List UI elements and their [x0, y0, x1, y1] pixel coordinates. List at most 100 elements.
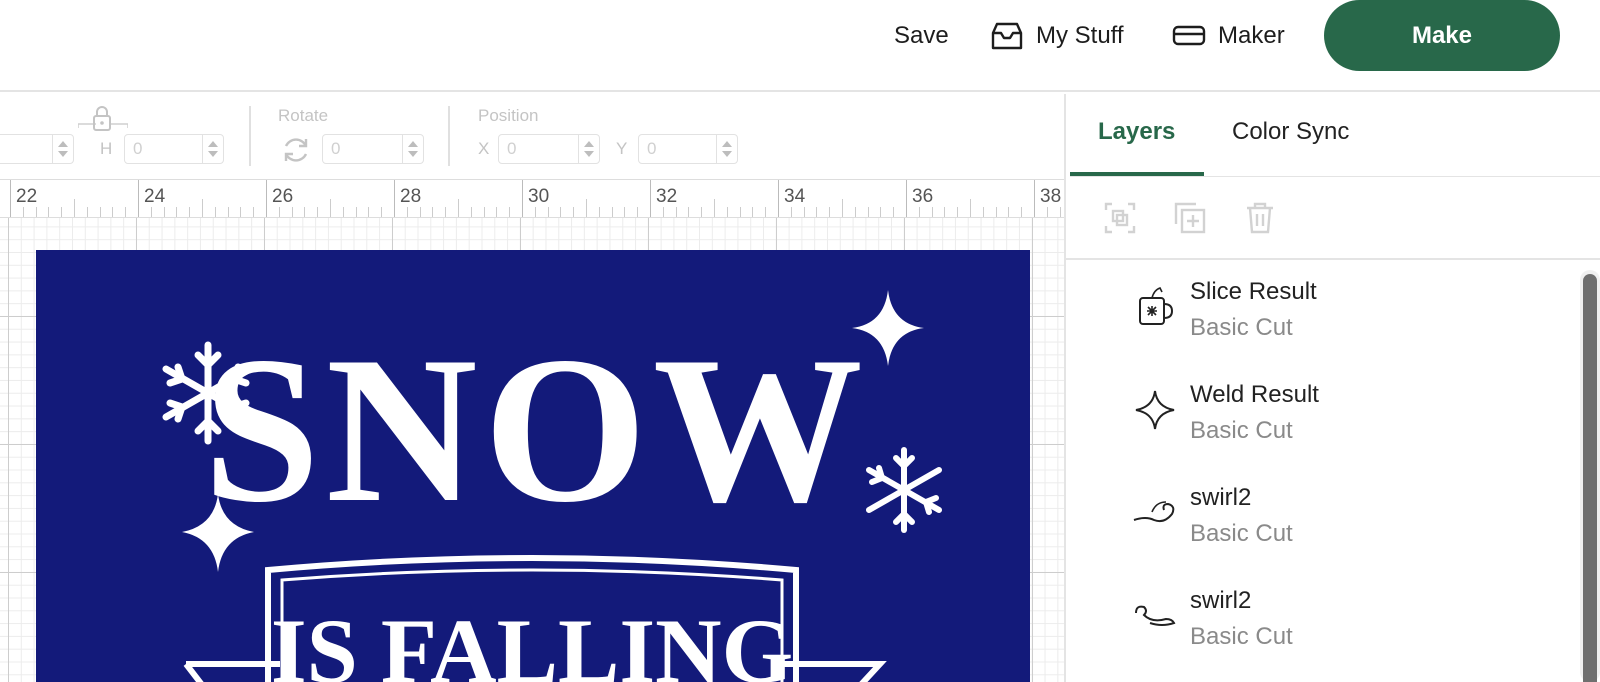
x-label: X — [478, 139, 490, 158]
ruler-minor-tick — [534, 207, 536, 217]
ruler-minor-tick — [458, 199, 459, 217]
make-label: Make — [1411, 21, 1473, 49]
snowflake-icon — [866, 447, 942, 533]
ruler-minor-tick — [675, 207, 677, 217]
layer-name: Slice Result — [1190, 278, 1317, 305]
ruler-major-tick — [906, 180, 907, 217]
ruler-minor-tick — [982, 207, 984, 217]
y-label: Y — [616, 139, 628, 158]
height-stepper[interactable] — [202, 134, 222, 164]
rotate-label: Rotate — [278, 106, 329, 125]
my-stuff-button[interactable]: My Stuff — [990, 18, 1124, 54]
ruler-minor-tick — [48, 207, 50, 217]
ruler-minor-tick — [790, 207, 792, 217]
layer-operation: Basic Cut — [1190, 417, 1293, 444]
ruler-minor-tick — [240, 207, 242, 217]
ruler-minor-tick — [765, 207, 767, 217]
ruler-minor-tick — [163, 207, 165, 217]
ruler-minor-tick — [803, 207, 805, 217]
tab-layers[interactable]: Layers — [1098, 118, 1175, 146]
machine-icon — [1172, 25, 1206, 46]
maker-button[interactable]: Maker — [1172, 18, 1285, 54]
ruler-minor-tick — [611, 207, 613, 217]
ruler-minor-tick — [662, 207, 664, 217]
ruler-major-tick — [1034, 180, 1035, 217]
ruler-minor-tick — [944, 207, 946, 217]
width-stepper[interactable] — [52, 134, 72, 164]
rotate-stepper[interactable] — [402, 134, 422, 164]
y-stepper[interactable] — [716, 134, 736, 164]
ruler-minor-tick — [74, 199, 75, 217]
ruler-minor-tick — [867, 207, 869, 217]
ruler-minor-tick — [1021, 207, 1023, 217]
position-label: Position — [478, 106, 539, 125]
layer-item[interactable]: swirl2 Basic Cut — [1066, 472, 1566, 572]
ruler-major-tick — [522, 180, 523, 217]
ruler-minor-tick — [317, 207, 319, 217]
ruler-minor-tick — [970, 199, 971, 217]
layer-item[interactable]: Weld Result Basic Cut — [1066, 369, 1566, 469]
ruler-major-tick — [266, 180, 267, 217]
ruler-tick-label: 28 — [400, 186, 422, 207]
layers-scrollbar[interactable] — [1580, 270, 1600, 682]
ruler-minor-tick — [586, 199, 587, 217]
ruler-minor-tick — [509, 207, 511, 217]
ruler-minor-tick — [35, 207, 37, 217]
ruler-minor-tick — [816, 207, 818, 217]
lock-icon[interactable] — [78, 106, 128, 132]
ruler-minor-tick — [714, 199, 715, 217]
delete-icon[interactable] — [1242, 200, 1278, 236]
ruler-tick-label: 26 — [272, 186, 294, 207]
ruler-tick-label: 22 — [16, 186, 38, 207]
ruler-minor-tick — [496, 207, 498, 217]
divider — [448, 106, 450, 166]
ruler-minor-tick — [368, 207, 370, 217]
duplicate-icon[interactable] — [1172, 200, 1208, 236]
layers-panel: Layers Color Sync Slice Result Basic Cut… — [1064, 94, 1600, 682]
ruler-minor-tick — [278, 207, 280, 217]
layer-name: swirl2 — [1190, 587, 1252, 614]
edit-toolbar: H 0 Rotate 0 Position X 0 Y 0 — [0, 94, 1064, 180]
layer-operation: Basic Cut — [1190, 623, 1293, 650]
ruler-minor-tick — [419, 207, 421, 217]
ruler-minor-tick — [1059, 207, 1061, 217]
ruler-minor-tick — [739, 207, 741, 217]
ruler-minor-tick — [483, 207, 485, 217]
banner-text: IS FALLING — [271, 600, 793, 682]
snow-title: SNOW — [203, 314, 869, 546]
ruler-minor-tick — [291, 207, 293, 217]
ruler-minor-tick — [112, 207, 114, 217]
ruler-minor-tick — [125, 207, 127, 217]
ruler-minor-tick — [176, 207, 178, 217]
layer-actions — [1066, 178, 1600, 260]
ruler-minor-tick — [304, 207, 306, 217]
layer-name: Weld Result — [1190, 381, 1319, 408]
ruler-minor-tick — [957, 207, 959, 217]
ruler-minor-tick — [854, 207, 856, 217]
layer-item[interactable]: Slice Result Basic Cut — [1066, 266, 1566, 366]
ruler-minor-tick — [752, 207, 754, 217]
design-canvas[interactable]: 22 24 26 28 30 32 34 36 38 SNOW IS FALLI… — [0, 180, 1064, 682]
ruler-minor-tick — [880, 207, 882, 217]
tab-color-sync[interactable]: Color Sync — [1232, 118, 1349, 146]
ruler-minor-tick — [829, 207, 831, 217]
layer-name: swirl2 — [1190, 484, 1252, 511]
ruler-minor-tick — [253, 207, 255, 217]
layer-item[interactable]: swirl2 Basic Cut — [1066, 575, 1566, 675]
save-button[interactable]: Save — [894, 18, 949, 54]
scrollbar-thumb[interactable] — [1583, 274, 1597, 682]
ruler-minor-tick — [688, 207, 690, 217]
artwork-graphic: SNOW IS FALLING — [162, 290, 942, 682]
ruler-tick-label: 38 — [1040, 186, 1062, 207]
ruler-minor-tick — [1046, 207, 1048, 217]
my-stuff-label: My Stuff — [1036, 22, 1124, 49]
make-button[interactable]: Make — [1324, 0, 1560, 71]
ruler-minor-tick — [1008, 207, 1010, 217]
x-stepper[interactable] — [578, 134, 598, 164]
design-artwork[interactable]: SNOW IS FALLING — [36, 250, 1030, 682]
ruler-tick-label: 36 — [912, 186, 934, 207]
divider — [249, 106, 251, 166]
ruler-minor-tick — [432, 207, 434, 217]
group-icon[interactable] — [1102, 200, 1138, 236]
swirl-icon — [1135, 605, 1176, 626]
